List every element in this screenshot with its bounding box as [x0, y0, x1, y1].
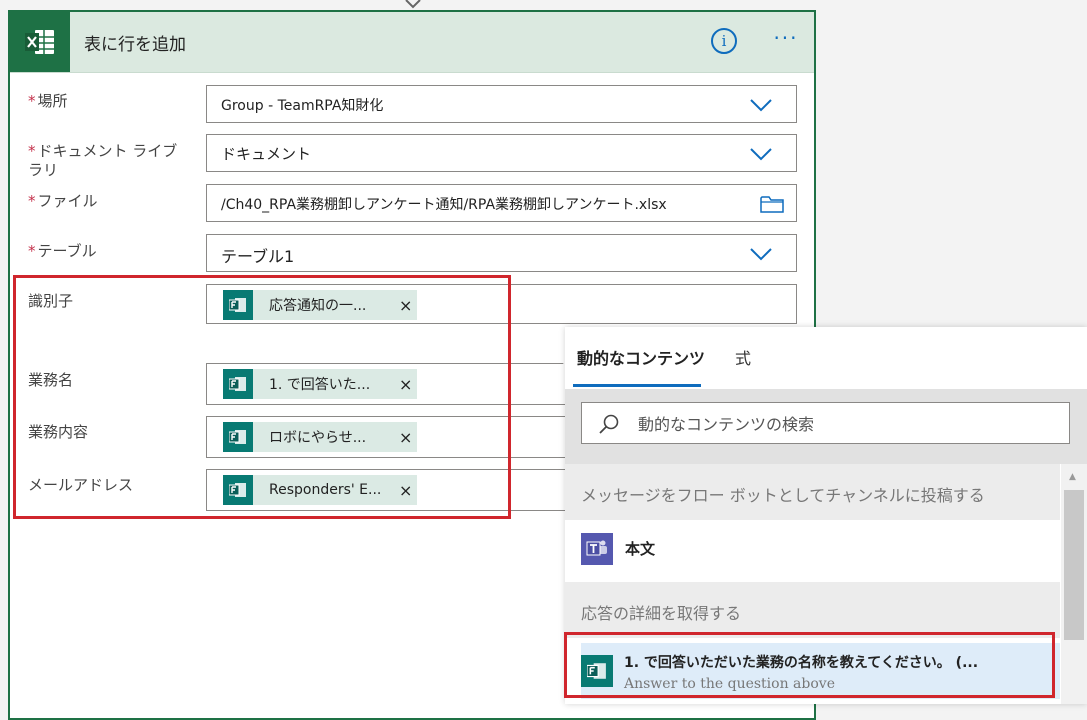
chevron-down-icon: [750, 248, 772, 261]
search-icon: [599, 414, 619, 434]
location-label: * 場所: [28, 92, 68, 111]
library-label-line2: ラリ: [28, 161, 59, 179]
flow-connector-arrow-icon: [405, 0, 421, 9]
forms-icon: [223, 290, 253, 320]
section-header-teams[interactable]: メッセージをフロー ボットとしてチャンネルに投稿する: [565, 464, 1060, 520]
id-field[interactable]: 応答通知の一... ×: [206, 284, 797, 324]
dynamic-token[interactable]: Responders' E... ×: [223, 475, 417, 505]
dynamic-token[interactable]: 1. で回答いた... ×: [223, 369, 417, 399]
info-icon[interactable]: i: [711, 28, 737, 54]
list-item-body[interactable]: 本文: [565, 520, 1060, 582]
close-icon[interactable]: ×: [399, 428, 412, 447]
folder-icon[interactable]: [760, 195, 784, 213]
section-header-forms[interactable]: 応答の詳細を取得する: [565, 582, 1060, 638]
close-icon[interactable]: ×: [399, 296, 412, 315]
required-mark: *: [28, 92, 36, 110]
scrollbar[interactable]: ▲: [1061, 464, 1087, 704]
task-name-label: 業務名: [28, 371, 74, 389]
list-item-subtitle: Answer to the question above: [624, 676, 835, 692]
more-options-icon[interactable]: ···: [766, 26, 806, 56]
card-header[interactable]: 表に行を追加 i ···: [10, 12, 814, 73]
table-value: テーブル1: [221, 247, 295, 266]
table-label: * テーブル: [28, 242, 97, 261]
file-label: * ファイル: [28, 192, 98, 211]
library-label: * ドキュメント ライブ ラリ: [28, 142, 177, 180]
required-mark: *: [28, 142, 36, 160]
list-item-title: 1. で回答いただいた業務の名称を教えてください。 (...: [624, 655, 979, 671]
token-label: 1. で回答いた...: [269, 377, 371, 393]
library-value: ドキュメント: [221, 145, 312, 163]
dynamic-token[interactable]: 応答通知の一... ×: [223, 290, 417, 320]
file-value: /Ch40_RPA業務棚卸しアンケート通知/RPA業務棚卸しアンケート.xlsx: [221, 197, 667, 213]
file-label-text: ファイル: [37, 192, 98, 210]
token-label: ロボにやらせ...: [269, 430, 367, 446]
location-value: Group - TeamRPA知財化: [221, 98, 384, 114]
tab-dynamic-content[interactable]: 動的なコンテンツ: [577, 345, 705, 369]
list-item-question-answer[interactable]: 1. で回答いただいた業務の名称を教えてください。 (... Answer to…: [581, 643, 1060, 699]
token-label: Responders' E...: [269, 482, 382, 498]
search-box[interactable]: [581, 402, 1070, 444]
teams-icon: [581, 533, 613, 565]
panel-pointer: [549, 337, 565, 365]
library-dropdown[interactable]: ドキュメント: [206, 134, 797, 172]
forms-icon: [223, 422, 253, 452]
table-label-text: テーブル: [37, 242, 97, 260]
excel-icon: [10, 12, 70, 72]
forms-icon: [581, 655, 613, 687]
task-content-label: 業務内容: [28, 423, 89, 441]
tab-expression[interactable]: 式: [735, 345, 751, 369]
chevron-down-icon: [750, 148, 772, 161]
location-label-text: 場所: [37, 92, 68, 110]
file-picker[interactable]: /Ch40_RPA業務棚卸しアンケート通知/RPA業務棚卸しアンケート.xlsx: [206, 184, 797, 222]
chevron-down-icon: [750, 99, 772, 112]
active-tab-indicator: [573, 384, 701, 387]
required-mark: *: [28, 192, 36, 210]
id-label: 識別子: [28, 292, 74, 310]
location-dropdown[interactable]: Group - TeamRPA知財化: [206, 85, 797, 123]
email-label: メールアドレス: [28, 476, 134, 494]
search-area: [565, 389, 1087, 464]
search-input[interactable]: [636, 409, 1060, 439]
table-dropdown[interactable]: テーブル1: [206, 234, 797, 272]
card-title: 表に行を追加: [84, 35, 186, 55]
close-icon[interactable]: ×: [399, 481, 412, 500]
token-label: 応答通知の一...: [269, 298, 367, 314]
scroll-up-arrow-icon[interactable]: ▲: [1069, 472, 1076, 482]
dynamic-content-panel: 動的なコンテンツ 式 メッセージをフロー ボットとしてチャンネルに投稿する 本文…: [565, 327, 1087, 704]
forms-icon: [223, 475, 253, 505]
list-item-title: 本文: [625, 540, 656, 558]
scroll-thumb[interactable]: [1064, 490, 1084, 640]
forms-icon: [223, 369, 253, 399]
library-label-line1: ドキュメント ライブ: [37, 142, 178, 160]
close-icon[interactable]: ×: [399, 375, 412, 394]
dynamic-token[interactable]: ロボにやらせ... ×: [223, 422, 417, 452]
required-mark: *: [28, 242, 36, 260]
